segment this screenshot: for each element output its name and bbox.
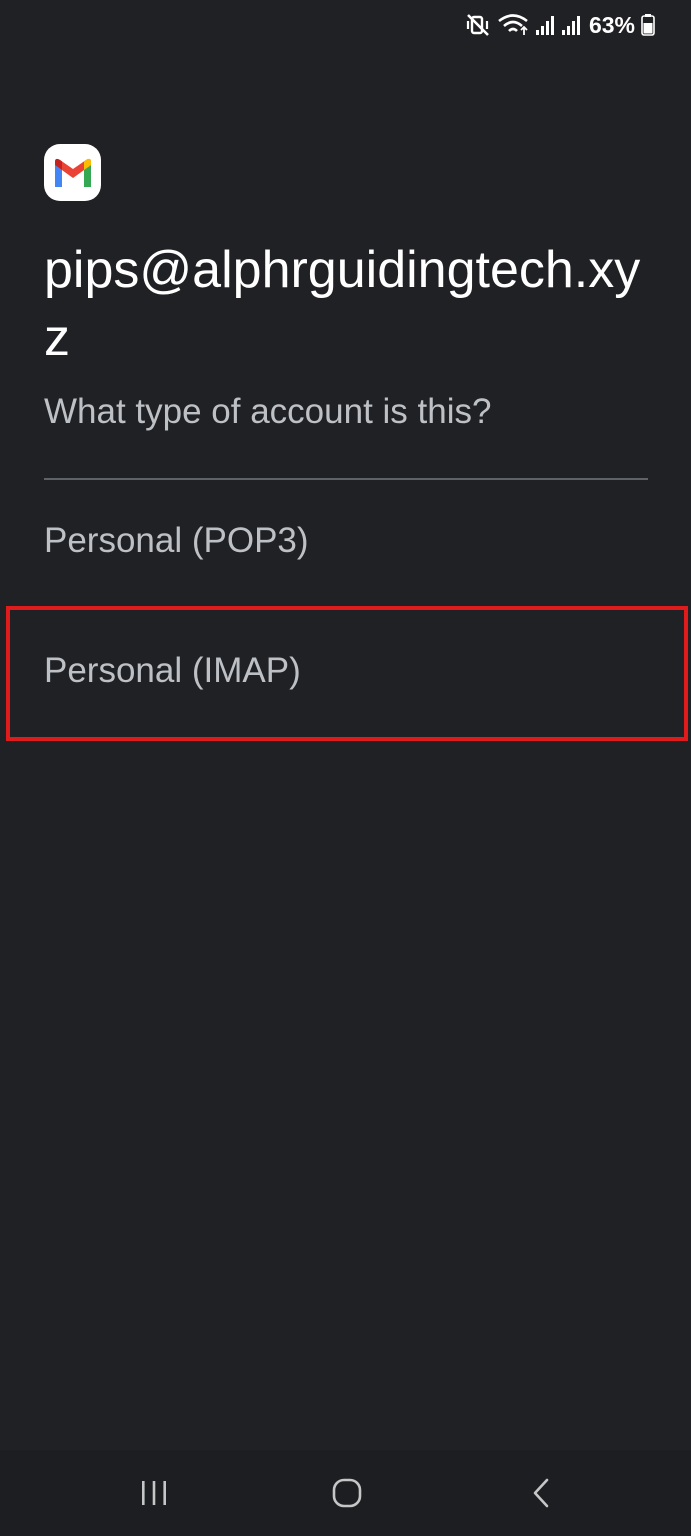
back-icon [529, 1477, 553, 1514]
account-type-screen: 63% pips@alphrguidingtech.xyz What type … [0, 0, 691, 1536]
account-type-question: What type of account is this? [44, 392, 492, 431]
home-button[interactable] [317, 1470, 377, 1520]
recents-button[interactable] [124, 1470, 184, 1520]
back-button[interactable] [511, 1470, 571, 1520]
option-personal-imap[interactable]: Personal (IMAP) [0, 606, 691, 736]
system-nav-bar [0, 1450, 691, 1536]
battery-icon [641, 13, 655, 37]
battery-percent: 63% [588, 11, 635, 38]
option-label: Personal (IMAP) [44, 651, 301, 690]
option-personal-pop3[interactable]: Personal (POP3) [0, 476, 691, 606]
mute-vibrate-icon [465, 13, 491, 37]
account-email-title: pips@alphrguidingtech.xyz [44, 241, 641, 367]
status-bar: 63% [0, 0, 691, 50]
recents-icon [139, 1479, 169, 1512]
signal-icon-1 [535, 13, 555, 37]
signal-icon-2 [561, 13, 581, 37]
option-label: Personal (POP3) [44, 521, 309, 560]
wifi-icon [497, 13, 529, 37]
home-icon [331, 1477, 363, 1514]
gmail-logo-icon [44, 144, 101, 201]
